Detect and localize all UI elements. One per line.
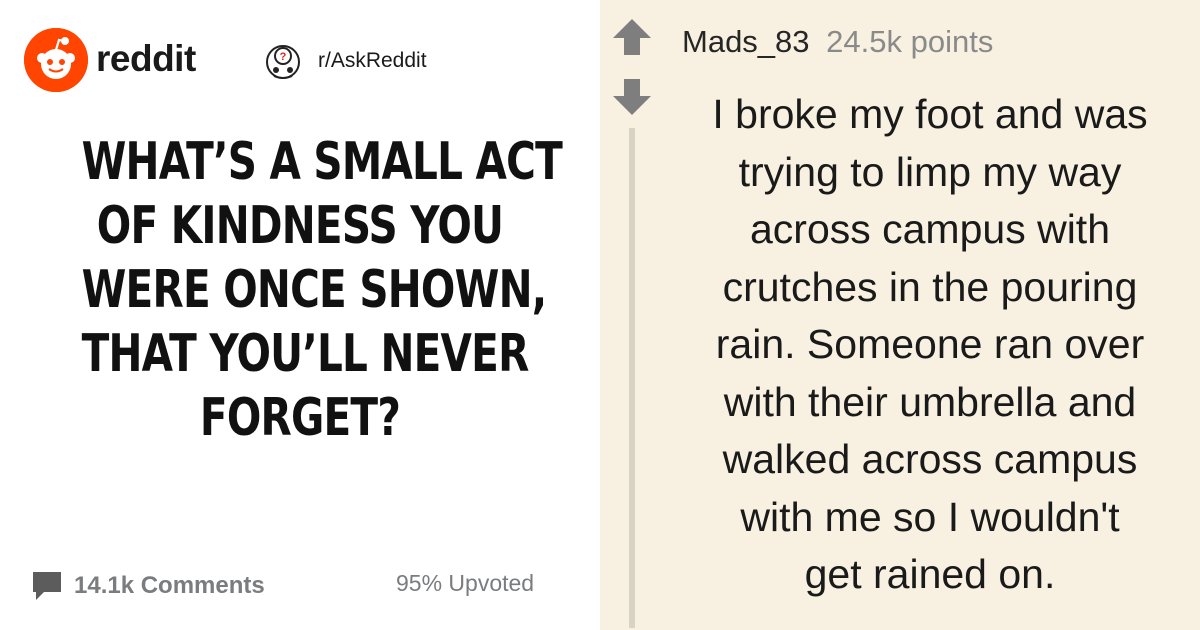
comment-line: get rained on. xyxy=(804,551,1056,597)
comment-line: trying to limp my way xyxy=(738,148,1122,195)
comment-header: Mads_83 24.5k points xyxy=(682,24,993,60)
subreddit-name[interactable]: r/AskReddit xyxy=(318,49,427,73)
comment-line: rain. Someone ran over xyxy=(715,321,1145,367)
upvoted-percentage: 95% Upvoted xyxy=(396,570,535,596)
comments-button[interactable]: 14.1k Comments xyxy=(30,568,265,604)
title-line: THAT YOU’LL NEVER xyxy=(81,324,530,384)
reddit-logo-icon[interactable] xyxy=(24,28,88,92)
comment-panel: Mads_83 24.5k points I broke my foot and… xyxy=(600,0,1200,630)
title-line: WERE ONCE SHOWN, xyxy=(81,260,548,320)
down-arrow-icon[interactable] xyxy=(612,78,652,116)
comment-points: 24.5k points xyxy=(826,24,994,59)
speech-bubble-icon xyxy=(30,570,64,602)
comment-line: I broke my foot and was xyxy=(712,91,1148,137)
askreddit-snoo-icon: ? xyxy=(262,40,304,82)
post-title: WHAT’S A SMALL ACT OF KINDNESS YOU WERE … xyxy=(81,130,563,450)
svg-text:?: ? xyxy=(280,51,287,63)
reddit-wordmark[interactable]: reddit xyxy=(96,38,196,80)
comment-line: with me so I wouldn't xyxy=(740,493,1120,540)
up-arrow-icon[interactable] xyxy=(612,18,652,56)
comment-line: crutches in the pouring xyxy=(722,263,1138,310)
comment-line: across campus with xyxy=(749,206,1110,252)
comments-count-label: 14.1k Comments xyxy=(74,572,265,599)
title-line: FORGET? xyxy=(199,388,401,448)
title-line: WHAT’S A SMALL ACT xyxy=(81,132,563,192)
comment-thread-line[interactable] xyxy=(629,128,635,628)
comment-line: with their umbrella and xyxy=(723,378,1137,425)
comment-body: I broke my foot and was trying to limp m… xyxy=(660,86,1200,604)
comment-line: walked across campus xyxy=(722,436,1138,482)
post-panel: reddit ? r/AskReddit WHAT’S A SMALL ACT … xyxy=(0,0,600,630)
comment-username[interactable]: Mads_83 xyxy=(682,24,810,59)
title-line: OF KINDNESS YOU xyxy=(96,196,504,256)
